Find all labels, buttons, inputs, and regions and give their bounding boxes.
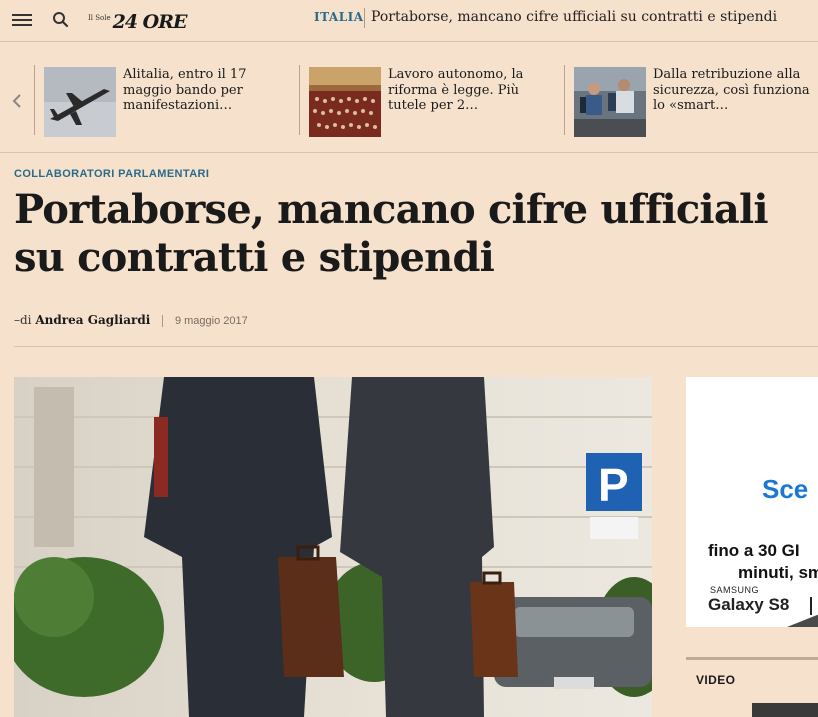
chevron-left-icon[interactable] <box>10 93 24 109</box>
office-photo <box>574 67 646 137</box>
publish-date: 9 maggio 2017 <box>174 315 248 327</box>
related-card-title: Dalla retribuzione alla sicurezza, così … <box>653 67 810 113</box>
divider <box>686 657 818 660</box>
ad-brand-text: Sce <box>762 474 809 504</box>
ad-headline: fino a 30 GI <box>708 541 800 560</box>
author-link[interactable]: Andrea Gagliardi <box>35 313 150 327</box>
video-thumbnail[interactable] <box>752 703 818 717</box>
related-card[interactable]: Alitalia, entro il 17 maggio bando per m… <box>44 67 294 139</box>
ad-decoration <box>787 614 818 627</box>
divider <box>299 65 300 135</box>
logo-small-text: Il Sole <box>88 14 111 22</box>
divider <box>14 346 818 347</box>
ad-subline: minuti, sm <box>738 563 818 582</box>
divider <box>364 8 365 28</box>
advertisement[interactable]: Sce fino a 30 GI minuti, sm SAMSUNG Gala… <box>686 377 818 627</box>
byline-prefix: –di <box>14 313 32 327</box>
parliament-photo <box>309 67 381 137</box>
header-article-title: Portaborse, mancano cifre ufficiali su c… <box>371 9 778 25</box>
related-card[interactable]: Lavoro autonomo, la riforma è legge. Più… <box>309 67 559 139</box>
top-bar: Il Sole 24 ORE ITALIA Portaborse, mancan… <box>0 0 818 42</box>
site-logo[interactable]: Il Sole 24 ORE <box>88 8 188 33</box>
related-card-title: Lavoro autonomo, la riforma è legge. Più… <box>388 67 524 113</box>
logo-main-text: 24 ORE <box>112 11 188 33</box>
related-card-title: Alitalia, entro il 17 maggio bando per m… <box>123 67 247 113</box>
section-link[interactable]: ITALIA <box>314 10 364 24</box>
related-card[interactable]: Dalla retribuzione alla sicurezza, così … <box>574 67 818 139</box>
divider <box>162 314 164 327</box>
byline: –di Andrea Gagliardi 9 maggio 2017 <box>14 313 248 327</box>
article-kicker[interactable]: COLLABORATORI PARLAMENTARI <box>14 168 209 180</box>
article-headline: Portaborse, mancano cifre ufficiali su c… <box>14 186 769 281</box>
menu-icon[interactable] <box>12 11 32 29</box>
video-section-title[interactable]: VIDEO <box>696 673 735 687</box>
svg-text:P: P <box>598 459 629 511</box>
ad-product-name: Galaxy S8 <box>708 595 790 614</box>
airplane-photo <box>44 67 116 137</box>
search-icon[interactable] <box>51 10 71 30</box>
divider <box>564 65 565 135</box>
related-articles-strip: Alitalia, entro il 17 maggio bando per m… <box>0 43 818 153</box>
article-main-image: P <box>14 377 652 717</box>
ad-brand-logo: SAMSUNG <box>710 585 760 595</box>
divider <box>34 65 35 135</box>
